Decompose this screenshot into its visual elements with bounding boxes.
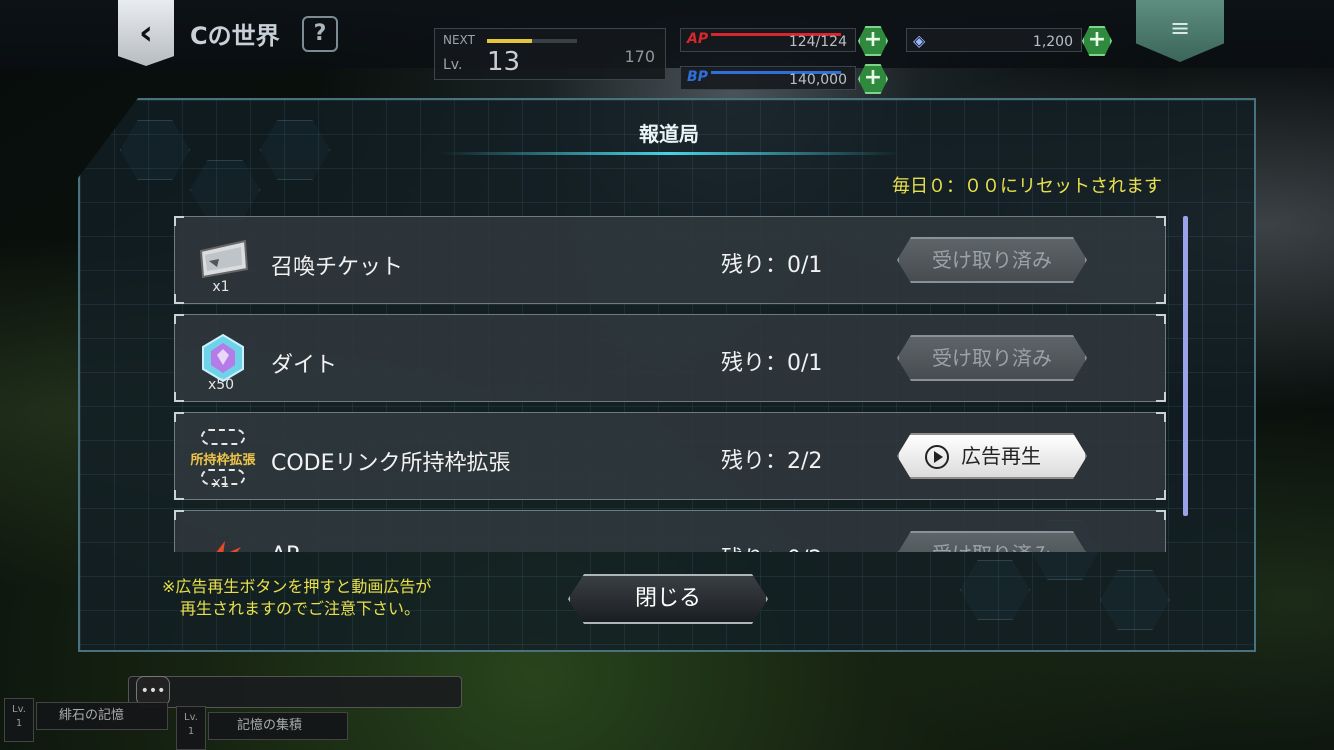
slot2-lv-label: Lv. [184, 712, 198, 723]
item-quantity: x50 [207, 377, 235, 393]
play-ad-label: 広告再生 [961, 444, 1041, 468]
item-name: AP [271, 543, 299, 552]
slot2-lv-num: 1 [187, 726, 195, 737]
level-value: 13 [487, 47, 521, 77]
reward-list[interactable]: x1 召喚チケット 残り：0/1 受け取り済み x50 ダイト 残り：0/1 受… [174, 216, 1166, 552]
dites-stat: ◈ 1,200 [906, 28, 1082, 52]
close-button[interactable]: 閉じる [568, 574, 768, 624]
menu-button[interactable]: ≡ [1136, 0, 1224, 62]
ad-warning-note: ※広告再生ボタンを押すと動画広告が 再生されますのでご注意下さい。 [162, 576, 431, 620]
item-quantity: x1 [212, 279, 230, 295]
play-icon [925, 445, 949, 469]
claimed-button[interactable]: 受け取り済み [897, 335, 1087, 381]
ap-icon [205, 541, 241, 552]
ap-plus-button[interactable]: + [858, 26, 888, 56]
slot1-lv-label: Lv. [12, 704, 26, 715]
help-icon[interactable]: ? [302, 16, 338, 52]
exp-bar-fill [487, 39, 532, 43]
title-underline [440, 152, 900, 155]
slot1-lv-num: 1 [15, 718, 23, 729]
ap-value: 124/124 [788, 34, 847, 50]
dites-plus-button[interactable]: + [1082, 26, 1112, 56]
item-remaining: 残り：2/2 [721, 449, 823, 474]
ap-stat: AP 124/124 [680, 28, 856, 52]
claimed-button[interactable]: 受け取り済み [897, 531, 1087, 552]
slot1-label[interactable]: 緋石の記憶 [36, 702, 168, 730]
bp-stat: BP 140,000 [680, 66, 856, 90]
item-remaining: 残り：0/2 [721, 541, 822, 552]
top-hud: ‹ Cの世界 ? NEXT Lv. 13 170 AP 124/124 + BP… [0, 0, 1334, 94]
ad-warning-line2: 再生されますのでご注意下さい。 [180, 599, 421, 618]
item-quantity: x1 [212, 475, 230, 491]
level-max: 170 [624, 47, 655, 66]
ad-warning-line1: ※広告再生ボタンを押すと動画広告が [162, 577, 432, 596]
slot2-level: Lv. 1 [176, 706, 206, 750]
exp-bar [487, 39, 577, 43]
item-name: ダイト [271, 353, 338, 378]
dialog-title: 報道局 [639, 122, 699, 146]
bp-label: BP [687, 69, 708, 85]
list-item: AP 残り：0/2 受け取り済み [174, 510, 1166, 552]
list-scrollbar[interactable] [1183, 216, 1188, 516]
item-remaining: 残り：0/1 [721, 253, 823, 278]
level-label: Lv. [443, 57, 463, 73]
list-item: x1 召喚チケット 残り：0/1 受け取り済み [174, 216, 1166, 304]
item-name: CODEリンク所持枠拡張 [271, 451, 511, 476]
news-bureau-dialog: 報道局 毎日０：００にリセットされます x1 召喚チケット 残り：0/1 受け取… [78, 98, 1256, 652]
reset-note: 毎日０：００にリセットされます [892, 176, 1162, 197]
chat-bar[interactable] [128, 676, 462, 708]
back-button[interactable]: ‹ [118, 0, 174, 66]
dite-gem-icon: ◈ [913, 31, 926, 50]
item-name: 召喚チケット [271, 255, 404, 280]
level-panel: NEXT Lv. 13 170 [434, 28, 666, 80]
bp-value: 140,000 [789, 72, 847, 88]
list-item: x50 ダイト 残り：0/1 受け取り済み [174, 314, 1166, 402]
ap-label: AP [687, 31, 709, 47]
dites-value: 1,200 [1032, 34, 1073, 50]
slot1-level: Lv. 1 [4, 698, 34, 742]
next-exp-label: NEXT [443, 33, 475, 47]
world-title: Cの世界 [190, 22, 280, 50]
item-remaining: 残り：0/1 [721, 351, 823, 376]
slot2-label[interactable]: 記憶の集積 [208, 712, 348, 740]
claimed-button[interactable]: 受け取り済み [897, 237, 1087, 283]
play-ad-button[interactable]: 広告再生 [897, 433, 1087, 479]
list-item: 所持枠拡張 x1 CODEリンク所持枠拡張 残り：2/2 広告再生 [174, 412, 1166, 500]
